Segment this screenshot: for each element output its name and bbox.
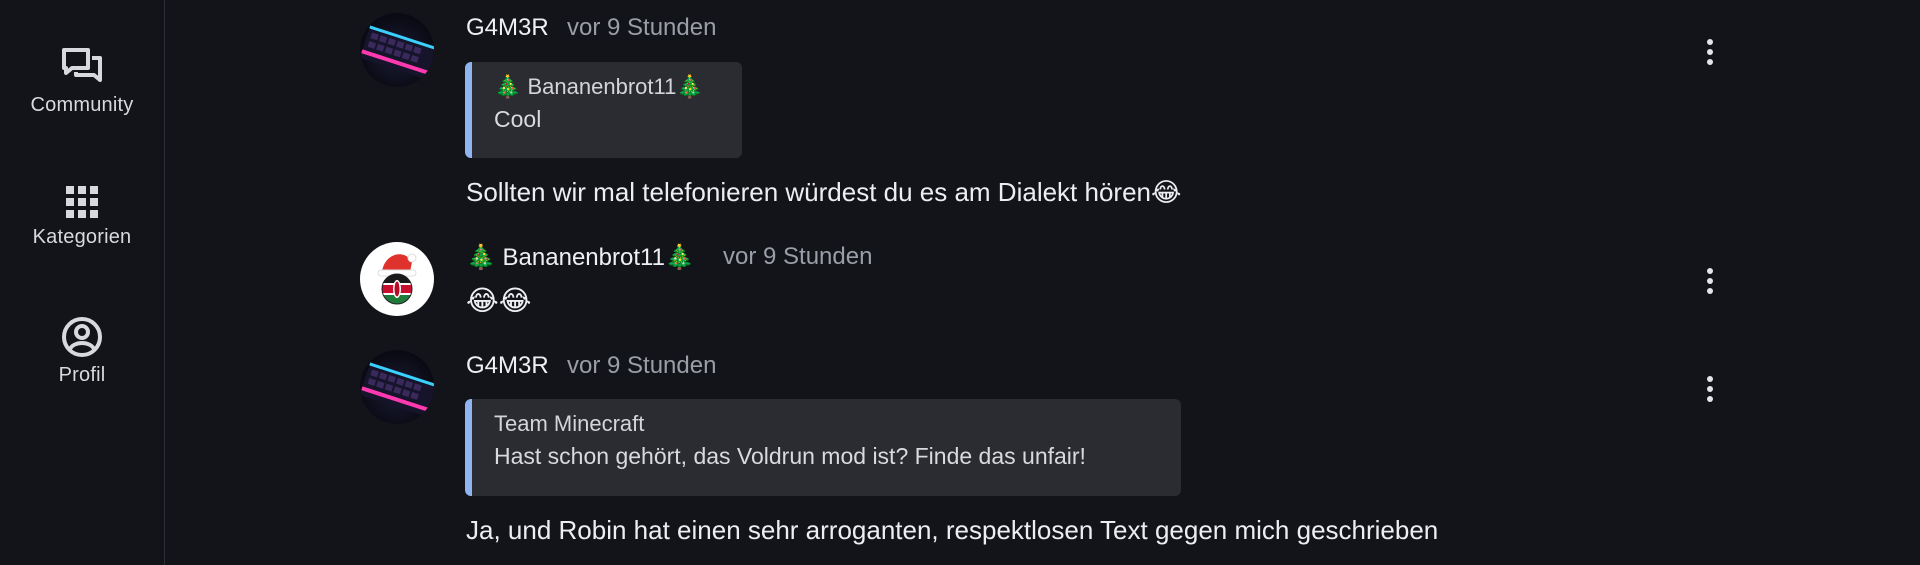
quote-text: Cool — [494, 106, 542, 132]
quoted-message[interactable]: Team Minecraft Hast schon gehört, das Vo… — [465, 399, 1181, 496]
quote-text: Hast schon gehört, das Voldrun mod ist? … — [494, 443, 1086, 469]
quote-author: Team Minecraft — [494, 411, 645, 436]
message-time: vor 9 Stunden — [567, 14, 717, 41]
message-author[interactable]: 🎄 Bananenbrot11🎄 — [466, 243, 695, 272]
sidebar-item-label: Community — [30, 94, 134, 116]
user-circle-icon — [62, 317, 102, 357]
grid-icon — [66, 186, 98, 218]
avatar[interactable] — [360, 242, 434, 316]
message-text: Sollten wir mal telefonieren würdest du … — [466, 177, 1182, 207]
avatar[interactable] — [360, 350, 434, 424]
message-time: vor 9 Stunden — [567, 352, 717, 379]
sidebar: Community Kategorien Profil — [0, 0, 165, 565]
avatar[interactable] — [360, 13, 434, 87]
message-author[interactable]: G4M3R — [466, 352, 549, 380]
forum-icon — [62, 48, 102, 82]
message-text: 😂😂 — [466, 284, 532, 317]
sidebar-item-label: Profil — [58, 364, 106, 386]
sidebar-item-kategorien[interactable]: Kategorien — [0, 184, 164, 249]
keyboard-avatar-image — [360, 25, 434, 79]
message-author[interactable]: G4M3R — [466, 14, 549, 42]
santa-flag-avatar-image — [377, 253, 417, 305]
more-options-icon[interactable] — [1698, 261, 1722, 301]
sidebar-item-profil[interactable]: Profil — [0, 316, 164, 387]
message-text: Ja, und Robin hat einen sehr arroganten,… — [466, 515, 1439, 545]
quoted-message[interactable]: 🎄 Bananenbrot11🎄 Cool — [465, 62, 742, 158]
quote-author: 🎄 Bananenbrot11🎄 — [494, 74, 704, 99]
sidebar-item-label: Kategorien — [32, 226, 132, 248]
message-time: vor 9 Stunden — [723, 243, 873, 270]
more-options-icon[interactable] — [1698, 32, 1722, 72]
sidebar-item-community[interactable]: Community — [0, 46, 164, 117]
keyboard-avatar-image — [360, 362, 434, 416]
more-options-icon[interactable] — [1698, 369, 1722, 409]
